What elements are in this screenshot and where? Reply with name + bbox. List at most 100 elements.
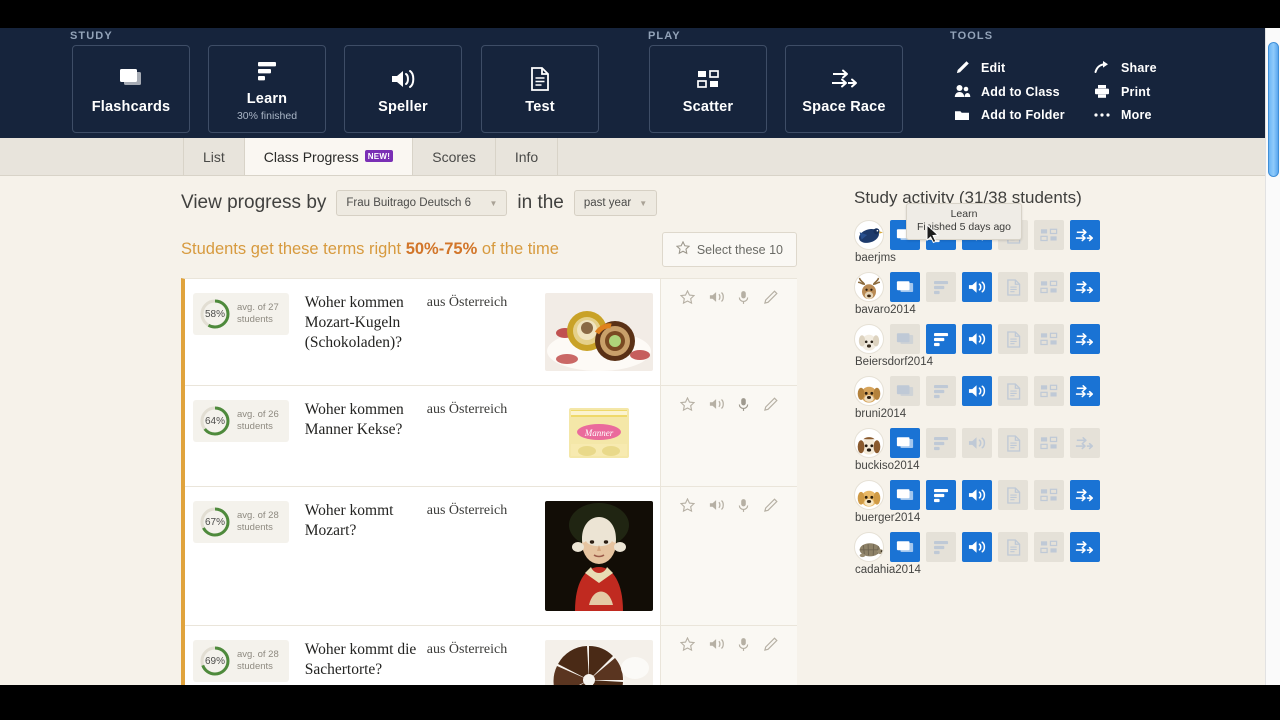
bird-avatar xyxy=(854,220,884,250)
tool-add-to-folder[interactable]: Add to Folder xyxy=(952,108,1065,122)
activity-speaker-cell[interactable] xyxy=(962,532,992,562)
star-icon[interactable] xyxy=(679,497,696,518)
avg-line1: avg. of 28 xyxy=(237,510,279,521)
student-name[interactable]: cadahia2014 xyxy=(855,564,1268,576)
table-row[interactable]: 58% avg. of 27 students Woher kommen Moz… xyxy=(185,279,797,386)
table-row[interactable]: 69% avg. of 28 students Woher kommt die … xyxy=(185,626,797,685)
mode-button-space-race[interactable]: Space Race xyxy=(785,45,903,133)
activity-speaker-cell[interactable] xyxy=(962,324,992,354)
activity-space-race-cell[interactable] xyxy=(1070,480,1100,510)
activity-scatter-cell[interactable] xyxy=(1034,532,1064,562)
activity-scatter-cell[interactable] xyxy=(1034,324,1064,354)
activity-flashcards-cell[interactable] xyxy=(890,324,920,354)
audio-icon[interactable] xyxy=(709,290,725,309)
pencil-icon[interactable] xyxy=(763,637,778,657)
tool-label: Edit xyxy=(981,60,1006,75)
tab-scores[interactable]: Scores xyxy=(413,138,496,175)
tab-info[interactable]: Info xyxy=(496,138,559,175)
mode-button-speller[interactable]: Speller xyxy=(344,45,462,133)
activity-document-cell[interactable] xyxy=(998,272,1028,302)
activity-learn-cell[interactable] xyxy=(926,480,956,510)
svg-text:Manner: Manner xyxy=(583,428,613,438)
activity-space-race-cell[interactable] xyxy=(1070,220,1100,250)
percent-value: 69% xyxy=(204,655,225,667)
activity-speaker-cell[interactable] xyxy=(962,428,992,458)
activity-learn-cell[interactable] xyxy=(926,376,956,406)
activity-scatter-cell[interactable] xyxy=(1034,376,1064,406)
activity-space-race-cell[interactable] xyxy=(1070,532,1100,562)
activity-space-race-cell[interactable] xyxy=(1070,272,1100,302)
activity-learn-cell[interactable] xyxy=(926,272,956,302)
tool-share[interactable]: Share xyxy=(1092,60,1157,75)
activity-speaker-cell[interactable] xyxy=(962,480,992,510)
activity-space-race-cell[interactable] xyxy=(1070,376,1100,406)
term-definition: aus Österreich xyxy=(426,642,508,657)
audio-icon[interactable] xyxy=(709,637,725,656)
term-definition: aus Österreich xyxy=(426,295,508,310)
term-word: Woher kommt Mozart? xyxy=(304,502,394,539)
activity-space-race-cell[interactable] xyxy=(1070,324,1100,354)
tooltip-title: Learn xyxy=(950,208,978,220)
student-name[interactable]: baerjms xyxy=(855,252,1268,264)
tool-label: Add to Folder xyxy=(981,108,1065,122)
activity-document-cell[interactable] xyxy=(998,480,1028,510)
pencil-icon[interactable] xyxy=(763,397,778,417)
activity-document-cell[interactable] xyxy=(998,324,1028,354)
page-scrollbar[interactable] xyxy=(1265,28,1280,685)
activity-learn-cell[interactable] xyxy=(926,324,956,354)
star-icon[interactable] xyxy=(679,636,696,657)
term-main: 69% avg. of 28 students Woher kommt die … xyxy=(185,626,660,685)
pencil-icon[interactable] xyxy=(763,498,778,518)
activity-flashcards-cell[interactable] xyxy=(890,376,920,406)
mode-button-flashcards[interactable]: Flashcards xyxy=(72,45,190,133)
student-name[interactable]: buckiso2014 xyxy=(855,460,1268,472)
view-progress-by-label: View progress by xyxy=(181,192,327,213)
mode-button-test[interactable]: Test xyxy=(481,45,599,133)
list-item: buerger2014 xyxy=(854,480,1268,524)
activity-speaker-cell[interactable] xyxy=(962,272,992,302)
star-icon[interactable] xyxy=(679,396,696,417)
pencil-icon[interactable] xyxy=(763,290,778,310)
microphone-icon[interactable] xyxy=(738,397,749,417)
mode-button-learn[interactable]: Learn 30% finished xyxy=(208,45,326,133)
activity-scatter-cell[interactable] xyxy=(1034,220,1064,250)
audio-icon[interactable] xyxy=(709,397,725,416)
audio-icon[interactable] xyxy=(709,498,725,517)
student-name[interactable]: bruni2014 xyxy=(855,408,1268,420)
student-name[interactable]: Beiersdorf2014 xyxy=(855,356,1268,368)
select-these-button[interactable]: Select these 10 xyxy=(661,232,797,267)
activity-flashcards-cell[interactable] xyxy=(890,532,920,562)
class-select[interactable]: Frau Buitrago Deutsch 6 ▼ xyxy=(336,190,508,216)
scrollbar-thumb[interactable] xyxy=(1268,42,1279,177)
tab-list[interactable]: List xyxy=(183,138,245,175)
activity-document-cell[interactable] xyxy=(998,376,1028,406)
activity-learn-cell[interactable] xyxy=(926,428,956,458)
microphone-icon[interactable] xyxy=(738,637,749,657)
activity-document-cell[interactable] xyxy=(998,532,1028,562)
period-select[interactable]: past year ▼ xyxy=(573,190,658,216)
activity-scatter-cell[interactable] xyxy=(1034,428,1064,458)
tool-label: Share xyxy=(1121,60,1157,75)
student-name[interactable]: bavaro2014 xyxy=(855,304,1268,316)
star-icon[interactable] xyxy=(679,289,696,310)
activity-flashcards-cell[interactable] xyxy=(890,480,920,510)
tab-class-progress[interactable]: Class Progress NEW! xyxy=(244,138,414,175)
microphone-icon[interactable] xyxy=(738,498,749,518)
activity-scatter-cell[interactable] xyxy=(1034,272,1064,302)
activity-flashcards-cell[interactable] xyxy=(890,428,920,458)
activity-scatter-cell[interactable] xyxy=(1034,480,1064,510)
table-row[interactable]: 67% avg. of 28 students Woher kommt Moza… xyxy=(185,487,797,626)
activity-document-cell[interactable] xyxy=(998,428,1028,458)
microphone-icon[interactable] xyxy=(738,290,749,310)
tool-print[interactable]: Print xyxy=(1092,84,1150,99)
activity-speaker-cell[interactable] xyxy=(962,376,992,406)
tool-add-to-class[interactable]: Add to Class xyxy=(952,84,1060,99)
tool-more[interactable]: More xyxy=(1092,108,1152,122)
table-row[interactable]: 64% avg. of 26 students Woher kommen Man… xyxy=(185,386,797,487)
activity-learn-cell[interactable] xyxy=(926,532,956,562)
activity-flashcards-cell[interactable] xyxy=(890,272,920,302)
mode-button-scatter[interactable]: Scatter xyxy=(649,45,767,133)
activity-space-race-cell[interactable] xyxy=(1070,428,1100,458)
student-name[interactable]: buerger2014 xyxy=(855,512,1268,524)
tool-edit[interactable]: Edit xyxy=(952,60,1005,75)
